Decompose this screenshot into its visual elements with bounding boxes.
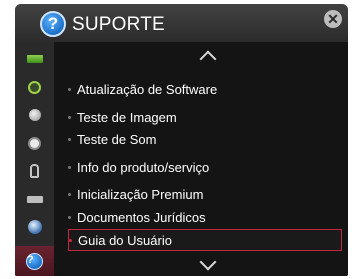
support-icon: ? (26, 252, 43, 270)
scroll-down-button[interactable] (196, 253, 220, 272)
menu-item-label: Documentos Jurídicos (77, 209, 206, 225)
time-icon (28, 136, 41, 150)
support-menu-panel: ? SUPORTE ✕ ? Atualização de Software Te… (15, 4, 348, 276)
help-question-icon: ? (40, 11, 66, 37)
sidebar-item-lock[interactable] (15, 158, 54, 184)
menu-item-sound-test[interactable]: Teste de Som (68, 128, 342, 150)
sidebar-item-channel[interactable] (15, 102, 54, 128)
option-icon (26, 195, 43, 203)
menu-item-software-update[interactable]: Atualização de Software (68, 78, 342, 100)
lock-icon (30, 164, 39, 178)
menu-item-label: Teste de Imagem (77, 109, 177, 125)
page-title: SUPORTE (72, 14, 165, 35)
sidebar-item-support[interactable]: ? (15, 246, 54, 276)
bullet-icon (68, 87, 71, 91)
sidebar-item-sound[interactable] (15, 74, 54, 100)
menu-item-label: Atualização de Software (77, 81, 218, 97)
menu-item-label: Info do produto/serviço (77, 159, 210, 175)
menu-header: ? SUPORTE ✕ (15, 4, 348, 42)
bullet-icon (68, 192, 71, 196)
close-button[interactable]: ✕ (324, 10, 342, 28)
support-menu-list: Atualização de Software Teste de Imagem … (54, 42, 348, 276)
scroll-up-button[interactable] (196, 48, 220, 68)
menu-item-label: Guia do Usuário (78, 232, 172, 248)
bullet-icon (68, 115, 71, 119)
sidebar-item-time[interactable] (15, 130, 54, 156)
chevron-up-icon (199, 50, 217, 68)
sound-icon (28, 80, 41, 94)
sidebar-item-option[interactable] (15, 186, 54, 212)
menu-item-picture-test[interactable]: Teste de Imagem (68, 106, 342, 128)
menu-item-label: Teste de Som (77, 131, 157, 147)
settings-sidebar: ? (15, 42, 54, 276)
picture-icon (26, 55, 43, 63)
menu-item-label: Inicialização Premium (77, 186, 204, 202)
bullet-icon (68, 165, 71, 169)
menu-item-legal-docs[interactable]: Documentos Jurídicos (68, 206, 342, 228)
chevron-down-icon (199, 253, 217, 271)
menu-item-premium-init[interactable]: Inicialização Premium (68, 183, 342, 205)
menu-item-user-guide[interactable]: Guia do Usuário (68, 229, 342, 251)
network-icon (27, 220, 42, 234)
sidebar-item-network[interactable] (15, 214, 54, 240)
menu-item-product-info[interactable]: Info do produto/serviço (68, 156, 342, 178)
bullet-icon (69, 238, 72, 242)
sidebar-item-picture[interactable] (15, 46, 54, 72)
bullet-icon (68, 215, 71, 219)
bullet-icon (68, 137, 71, 141)
channel-icon (28, 109, 41, 121)
